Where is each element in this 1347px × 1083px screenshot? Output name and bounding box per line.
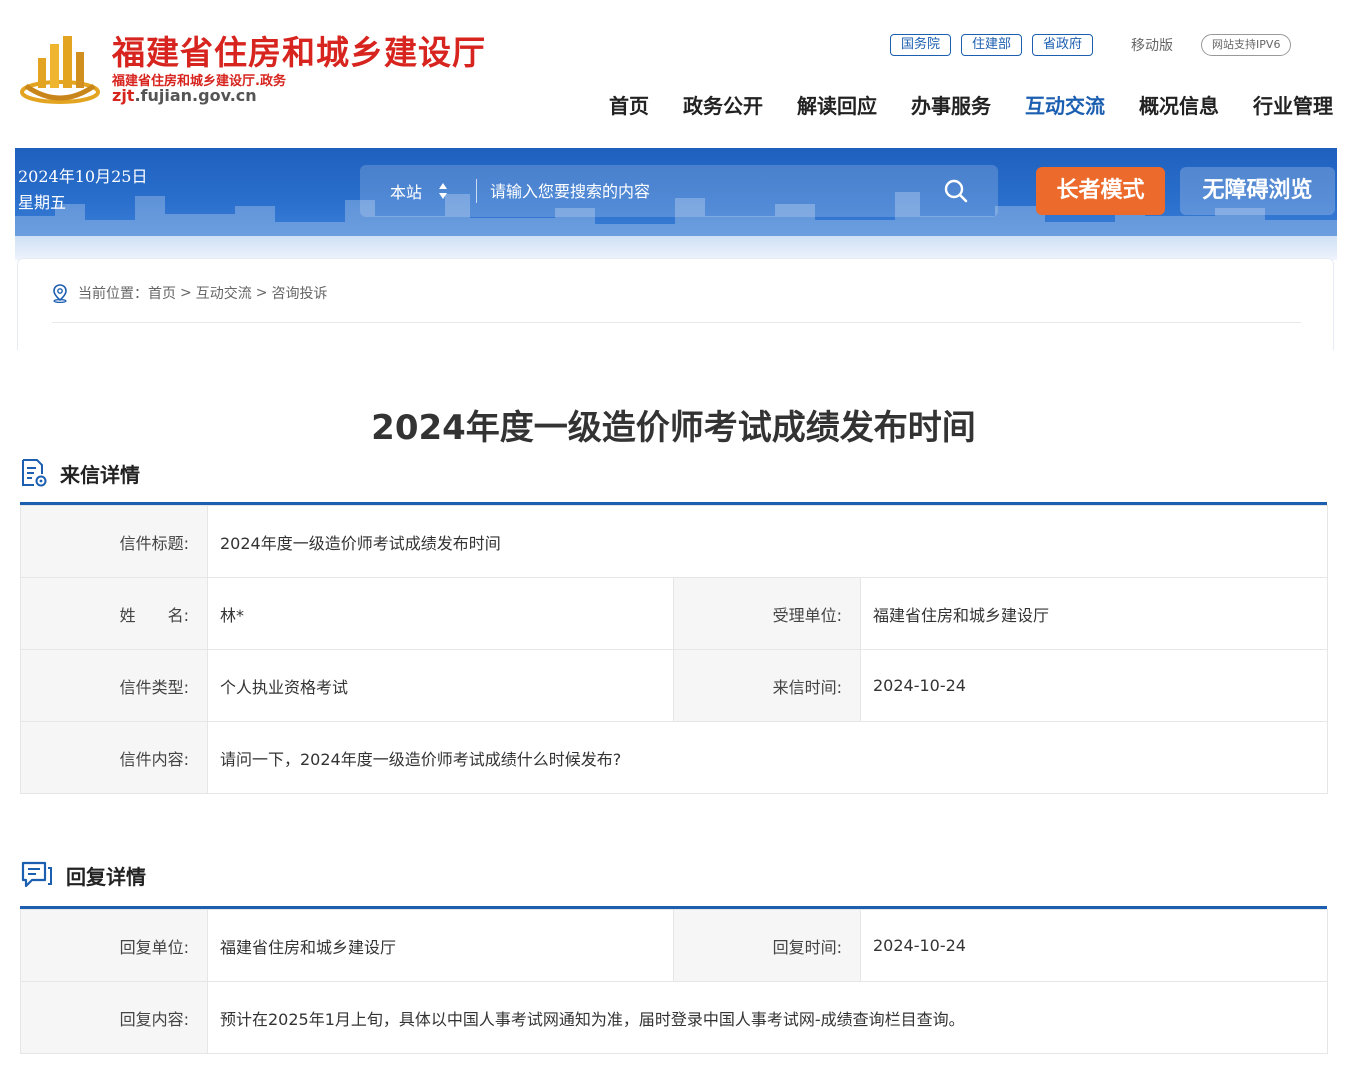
subject-value: 2024年度一级造价师考试成绩发布时间 [206,505,1329,578]
search-input[interactable] [488,175,928,207]
site-header: 福建省住房和城乡建设厅 福建省住房和城乡建设厅.政务 zjt.fujian.go… [0,0,1347,148]
domain-rest: .fujian.gov.cn [134,86,257,105]
subject-label: 信件标题: [20,505,208,578]
location-pin-icon [53,284,67,303]
breadcrumb-consult[interactable]: 咨询投诉 [271,283,327,303]
main-nav: 首页 政务公开 解读回应 办事服务 互动交流 概况信息 行业管理 [575,90,1333,119]
breadcrumb-home[interactable]: 首页 [148,283,176,303]
breadcrumb-interaction[interactable]: 互动交流 [196,283,252,303]
letter-table: 信件标题: 2024年度一级造价师考试成绩发布时间 姓 名: 林* 受理单位: … [20,505,1329,794]
table-row: 信件标题: 2024年度一级造价师考试成绩发布时间 [20,505,1329,578]
toplink-state-council[interactable]: 国务院 [890,34,952,56]
toplink-province[interactable]: 省政府 [1032,34,1094,56]
reply-table: 回复单位: 福建省住房和城乡建设厅 回复时间: 2024-10-24 回复内容:… [20,909,1328,1054]
domain-prefix: zjt [112,86,135,105]
reply-section-label: 回复详情 [66,864,146,889]
table-row: 回复单位: 福建省住房和城乡建设厅 回复时间: 2024-10-24 [20,909,1328,982]
type-label: 信件类型: [20,649,208,722]
letter-section-header: 来信详情 [20,458,140,488]
nav-services[interactable]: 办事服务 [911,90,991,119]
site-domain: zjt.fujian.gov.cn [112,86,257,105]
reply-content-label: 回复内容: [20,981,208,1054]
breadcrumb-divider [52,322,1301,323]
ipv6-badge: 网站支持IPV6 [1201,34,1292,56]
breadcrumb-separator: > [255,285,268,301]
nav-home[interactable]: 首页 [609,90,649,119]
name-value: 林* [207,577,674,650]
letter-time-value: 2024-10-24 [859,649,1329,722]
nav-industry[interactable]: 行业管理 [1253,90,1333,119]
reply-unit-value: 福建省住房和城乡建设厅 [207,909,674,982]
toplink-ministry[interactable]: 住建部 [961,34,1023,56]
reply-section-header: 回复详情 [20,860,146,890]
breadcrumb: 当前位置： 首页 > 互动交流 > 咨询投诉 [50,283,327,303]
site-logo-icon[interactable] [20,30,100,108]
table-row: 姓 名: 林* 受理单位: 福建省住房和城乡建设厅 [20,577,1329,650]
current-weekday: 星期五 [18,193,67,212]
content-value: 请问一下，2024年度一级造价师考试成绩什么时候发布? [206,721,1329,794]
reply-time-value: 2024-10-24 [860,909,1328,982]
reply-content-value: 预计在2025年1月上旬，具体以中国人事考试网通知为准，届时登录中国人事考试网-… [207,981,1328,1054]
letter-time-label: 来信时间: [673,649,861,722]
type-value: 个人执业资格考试 [207,649,674,722]
letter-document-icon [22,459,47,487]
breadcrumb-prefix: 当前位置： [78,286,148,302]
search-scope-select[interactable]: 本站 [390,179,422,203]
table-row: 信件类型: 个人执业资格考试 来信时间: 2024-10-24 [20,649,1329,722]
search-banner: 2024年10月25日 星期五 本站 长者模式 无障碍浏览 [15,148,1337,236]
accessibility-button[interactable]: 无障碍浏览 [1180,167,1335,215]
site-title[interactable]: 福建省住房和城乡建设厅 [112,26,486,74]
search-icon[interactable] [943,178,969,204]
breadcrumb-separator: > [180,285,192,301]
page-title: 2024年度一级造价师考试成绩发布时间 [371,408,976,448]
nav-gov-affairs[interactable]: 政务公开 [683,90,763,119]
nav-overview[interactable]: 概况信息 [1139,90,1219,119]
elder-mode-button[interactable]: 长者模式 [1036,167,1165,215]
letter-section-label: 来信详情 [60,462,140,487]
top-links: 国务院 住建部 省政府 移动版 网站支持IPV6 [890,34,1292,56]
nav-interpretation[interactable]: 解读回应 [797,90,877,119]
mobile-version-link[interactable]: 移动版 [1131,35,1173,55]
breadcrumb-card: 当前位置： 首页 > 互动交流 > 咨询投诉 [17,258,1334,350]
reply-unit-label: 回复单位: [20,909,208,982]
table-row: 信件内容: 请问一下，2024年度一级造价师考试成绩什么时候发布? [20,721,1329,794]
reply-time-label: 回复时间: [673,909,861,982]
table-row: 回复内容: 预计在2025年1月上旬，具体以中国人事考试网通知为准，届时登录中国… [20,981,1328,1054]
name-label: 姓 名: [20,577,208,650]
current-date: 2024年10月25日 [18,167,148,186]
dept-value: 福建省住房和城乡建设厅 [859,577,1329,650]
search-divider [476,179,477,203]
content-label: 信件内容: [20,721,208,794]
dept-label: 受理单位: [673,577,861,650]
date-display: 2024年10月25日 星期五 [18,164,147,216]
reply-chat-icon [21,861,52,888]
search-box: 本站 [360,165,998,217]
nav-interaction[interactable]: 互动交流 [1025,90,1105,119]
banner-fade [15,236,1337,260]
sort-arrows-icon[interactable] [438,181,448,201]
